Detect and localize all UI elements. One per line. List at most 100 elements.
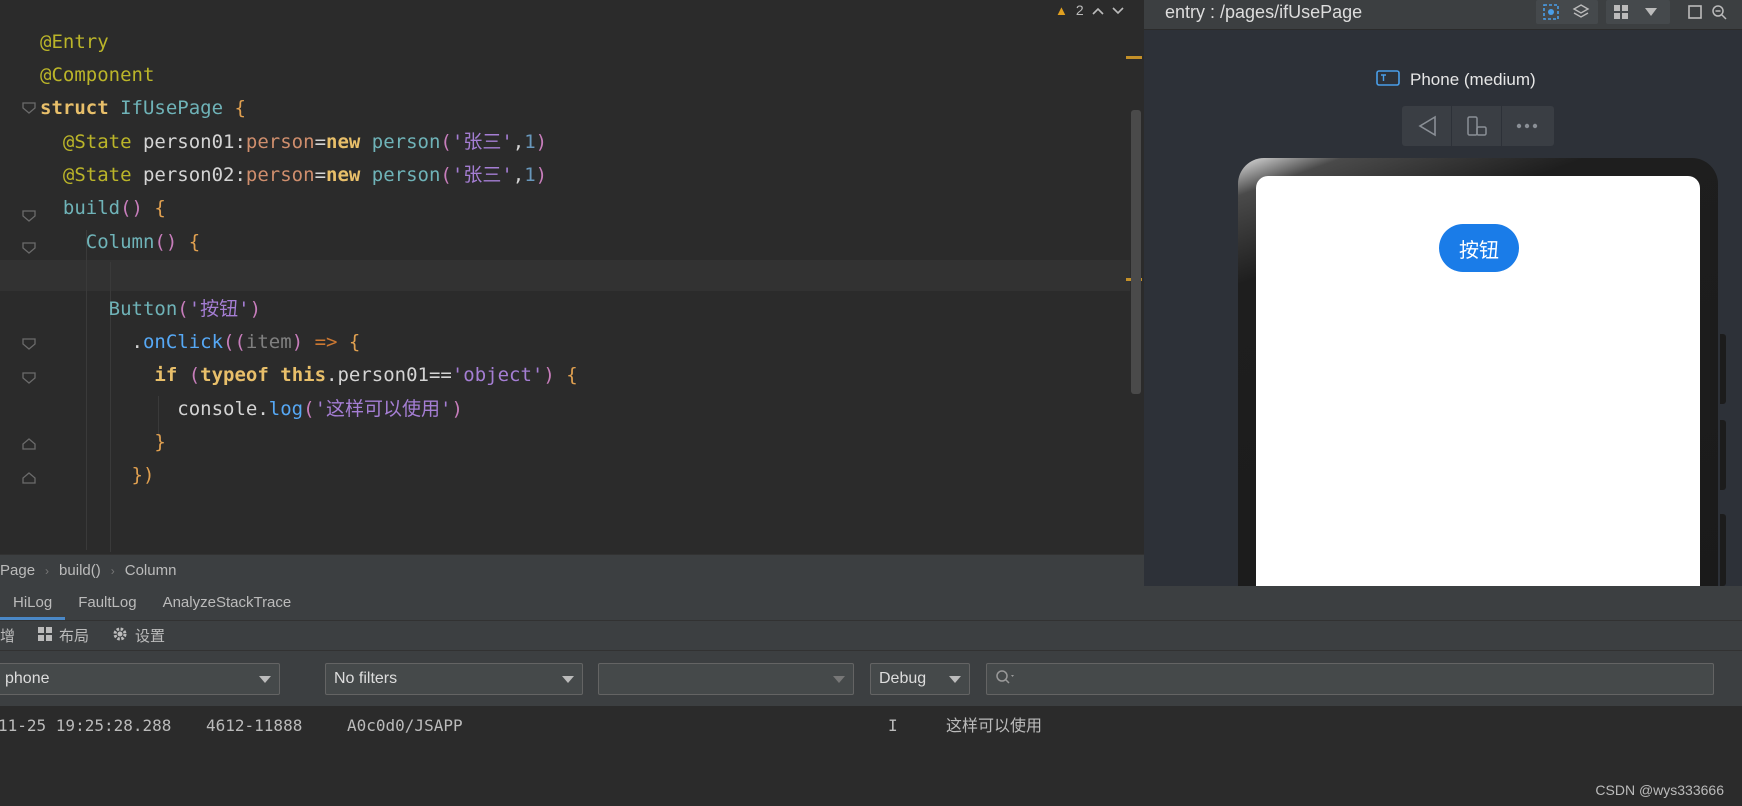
warning-icon: ▲: [1055, 2, 1068, 18]
code-token: .person01==: [326, 364, 452, 386]
toolbar-item-add[interactable]: 增: [0, 625, 15, 646]
log-level: I: [888, 716, 898, 735]
breadcrumb-item[interactable]: build(): [59, 562, 101, 579]
code-token: :: [234, 131, 246, 153]
code-token: item: [245, 331, 292, 353]
fold-end-icon[interactable]: [22, 438, 36, 450]
code-token: '按钮': [188, 298, 250, 320]
dropdown-arrow-icon: [949, 676, 961, 683]
preview-button[interactable]: 按钮: [1439, 224, 1519, 272]
log-output[interactable]: 11-25 19:25:28.288 4612-11888 A0c0d0/JSA…: [0, 706, 1742, 806]
code-token: =: [314, 131, 327, 153]
code-token: ,: [512, 131, 525, 153]
toolbar-item-settings[interactable]: 设置: [111, 625, 165, 647]
back-icon[interactable]: [1402, 106, 1452, 146]
inspection-widget[interactable]: ▲ 2: [1055, 0, 1124, 20]
code-token: console: [40, 398, 258, 420]
chevron-right-icon: ›: [45, 563, 50, 578]
code-token: ): [249, 298, 262, 320]
previewer-toolgroup: [1606, 0, 1670, 24]
fold-marker-icon[interactable]: [22, 372, 36, 384]
grid-icon[interactable]: [1606, 0, 1636, 24]
previewer-title: entry : /pages/ifUsePage: [1165, 2, 1363, 22]
code-token: (: [440, 131, 452, 153]
log-tab-bar: HiLog FaultLog AnalyzeStackTrace: [0, 586, 1742, 620]
toolbar-item-layout[interactable]: 布局: [37, 625, 89, 646]
rotate-device-icon[interactable]: [1452, 106, 1502, 146]
inspector-icon[interactable]: [1536, 0, 1566, 24]
more-icon[interactable]: [1502, 106, 1552, 146]
dropdown-arrow-icon: [833, 676, 845, 683]
code-token: person: [371, 164, 441, 186]
previewer-panel: entry : /pages/ifUsePage Phone (medium) …: [1144, 0, 1742, 586]
editor-scrollbar[interactable]: [1131, 110, 1141, 394]
breadcrumb-item[interactable]: Page: [0, 562, 35, 579]
code-token: .: [257, 398, 269, 420]
phone-screen[interactable]: 按钮: [1256, 176, 1700, 586]
phone-side-button: [1720, 334, 1726, 404]
code-line[interactable]: Column() {: [40, 225, 200, 259]
code-line[interactable]: Button('按钮'): [40, 292, 261, 326]
layers-icon[interactable]: [1566, 0, 1596, 24]
code-token: {: [348, 331, 361, 353]
device-dropdown-value: phone: [5, 670, 50, 687]
code-line[interactable]: @Component: [40, 58, 154, 92]
code-token: ): [535, 164, 548, 186]
code-token: {: [566, 364, 578, 386]
code-token: typeof: [200, 364, 281, 386]
code-token: 1: [524, 164, 536, 186]
code-token: @Entry: [40, 31, 109, 53]
breadcrumb: Page › build() › Column: [0, 554, 1144, 586]
tab-faultlog[interactable]: FaultLog: [65, 586, 149, 620]
code-line[interactable]: @State person01:person=new person('张三',1…: [40, 125, 547, 159]
code-line[interactable]: @State person02:person=new person('张三',1…: [40, 158, 547, 192]
code-token: =: [314, 164, 327, 186]
gear-icon: [111, 625, 129, 647]
filter-dropdown[interactable]: No filters: [325, 663, 583, 695]
device-selector[interactable]: Phone (medium): [1376, 68, 1536, 92]
tab-analyze-stack-trace[interactable]: AnalyzeStackTrace: [150, 586, 305, 620]
code-token: @State: [40, 131, 143, 153]
code-line[interactable]: @Entry: [40, 25, 109, 59]
code-token: }): [40, 464, 155, 486]
code-token: ): [451, 398, 463, 420]
log-entry[interactable]: 11-25 19:25:28.288 4612-11888 A0c0d0/JSA…: [0, 712, 1042, 740]
phone-side-button: [1720, 514, 1726, 586]
code-line[interactable]: console.log('这样可以使用'): [40, 392, 463, 426]
code-line[interactable]: struct IfUsePage {: [40, 91, 246, 125]
code-token: new: [326, 164, 372, 186]
code-token: ): [535, 131, 548, 153]
code-token: 'object': [451, 364, 544, 386]
chevron-up-icon[interactable]: [1092, 2, 1104, 18]
log-level-dropdown[interactable]: Debug: [870, 663, 970, 695]
log-tag: A0c0d0/JSAPP: [347, 716, 463, 735]
code-token: build: [40, 197, 121, 219]
tab-hilog[interactable]: HiLog: [0, 586, 66, 620]
log-search-input[interactable]: [986, 663, 1714, 695]
code-token: (: [177, 298, 189, 320]
code-token: ((: [223, 331, 246, 353]
code-line[interactable]: if (typeof this.person01=='object') {: [40, 358, 578, 392]
search-icon: [995, 669, 1017, 690]
warning-stripe-marker[interactable]: [1126, 56, 1142, 59]
chevron-down-icon[interactable]: [1112, 2, 1124, 18]
code-line[interactable]: build() {: [40, 191, 166, 225]
zoom-out-icon[interactable]: [1704, 0, 1734, 24]
code-token: .: [40, 331, 143, 353]
fold-marker-icon[interactable]: [22, 338, 36, 350]
previewer-toolgroup: [1536, 0, 1598, 24]
code-line[interactable]: .onClick((item) => {: [40, 325, 361, 359]
layout-grid-icon: [37, 626, 53, 646]
device-dropdown[interactable]: phone: [0, 663, 280, 695]
code-token: this: [280, 364, 327, 386]
breadcrumb-item[interactable]: Column: [125, 562, 177, 579]
code-line[interactable]: }): [40, 458, 155, 492]
code-line[interactable]: }: [40, 425, 165, 459]
fold-marker-icon[interactable]: [22, 210, 36, 222]
fold-end-icon[interactable]: [22, 472, 36, 484]
code-editor[interactable]: @Entry @Component struct IfUsePage { @Stat…: [0, 0, 1144, 554]
process-dropdown[interactable]: [598, 663, 854, 695]
fold-marker-icon[interactable]: [22, 242, 36, 254]
fold-marker-icon[interactable]: [22, 102, 36, 114]
dropdown-arrow-icon[interactable]: [1636, 0, 1666, 24]
